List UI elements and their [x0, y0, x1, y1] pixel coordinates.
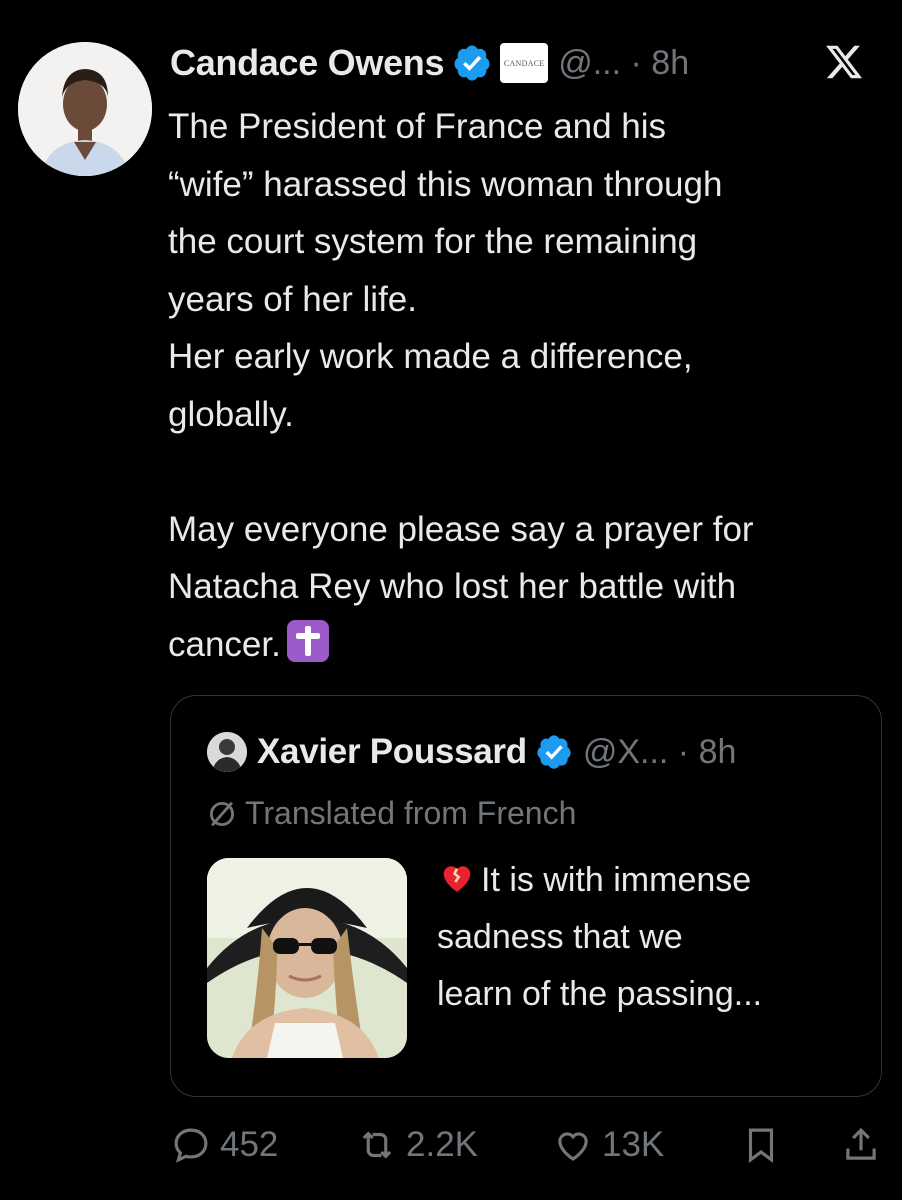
- affiliate-badge[interactable]: CANDACE: [500, 43, 549, 83]
- quoted-media-thumbnail[interactable]: [207, 858, 407, 1058]
- tweet-text: The President of France and his “wife” h…: [168, 98, 888, 673]
- author-avatar[interactable]: [18, 42, 152, 176]
- woman-in-sun-hat-photo: [207, 858, 407, 1058]
- heart-outline-icon: [558, 1132, 588, 1161]
- tweet-action-bar: 452 2.2K 13K: [170, 1118, 886, 1174]
- tweet-line: globally.: [168, 394, 294, 434]
- quoted-tweet-line: It is with immense: [437, 852, 857, 909]
- mending-heart-emoji-icon: [443, 866, 471, 892]
- verified-badge-icon: [454, 45, 490, 81]
- quoted-tweet-line: learn of the passing...: [437, 975, 763, 1013]
- quoted-author-handle[interactable]: @X... · 8h: [583, 733, 737, 772]
- quoted-tweet-line: sadness that we: [437, 918, 683, 956]
- author-name[interactable]: Candace Owens: [170, 42, 445, 84]
- translate-globe-slash-icon: [209, 801, 235, 826]
- reply-button[interactable]: 452: [170, 1124, 278, 1166]
- like-count: 13K: [602, 1125, 665, 1164]
- share-button[interactable]: [840, 1124, 890, 1166]
- quoted-tweet-card[interactable]: Xavier Poussard @X... · 8h Translated fr…: [170, 695, 882, 1097]
- quoted-author-portrait-image: [207, 732, 247, 772]
- quoted-tweet-time: · 8h: [677, 732, 737, 771]
- tweet-line: years of her life.: [168, 279, 417, 319]
- author-portrait-image: [18, 42, 152, 176]
- reply-icon: [174, 1128, 208, 1163]
- share-upload-icon: [846, 1127, 876, 1160]
- quoted-tweet-text: It is with immense sadness that we learn…: [437, 852, 857, 1023]
- tweet-line: May everyone please say a prayer for: [168, 509, 754, 549]
- tweet-header: Candace Owens CANDACE @... · 8h: [170, 38, 882, 88]
- tweet-time: · 8h: [630, 43, 690, 82]
- tweet-line: Her early work made a difference,: [168, 337, 693, 376]
- tweet-line: The President of France and his: [168, 107, 667, 146]
- reply-count: 452: [220, 1125, 279, 1164]
- like-button[interactable]: 13K: [552, 1124, 664, 1166]
- retweet-count: 2.2K: [406, 1125, 478, 1164]
- bookmark-icon: [748, 1128, 774, 1164]
- x-logo-icon: [826, 45, 863, 79]
- tweet-line: “wife” harassed this woman through: [168, 164, 723, 204]
- translated-label-text: Translated from French: [245, 795, 577, 831]
- translated-label[interactable]: Translated from French: [205, 795, 576, 832]
- quoted-author-avatar[interactable]: [207, 732, 247, 772]
- verified-badge-icon: [537, 735, 571, 769]
- retweet-icon: [362, 1131, 392, 1159]
- tweet-line: Natacha Rey who lost her battle with: [168, 567, 737, 606]
- quoted-tweet-header: Xavier Poussard @X... · 8h: [207, 730, 736, 774]
- author-handle[interactable]: @... · 8h: [558, 44, 689, 83]
- bookmark-button[interactable]: [740, 1124, 790, 1166]
- tweet-line: the court system for the remaining: [168, 222, 698, 261]
- tweet-line-last: cancer.: [168, 616, 888, 674]
- quoted-author-name[interactable]: Xavier Poussard: [257, 732, 527, 772]
- latin-cross-emoji-icon: [286, 619, 329, 662]
- retweet-button[interactable]: 2.2K: [356, 1124, 478, 1166]
